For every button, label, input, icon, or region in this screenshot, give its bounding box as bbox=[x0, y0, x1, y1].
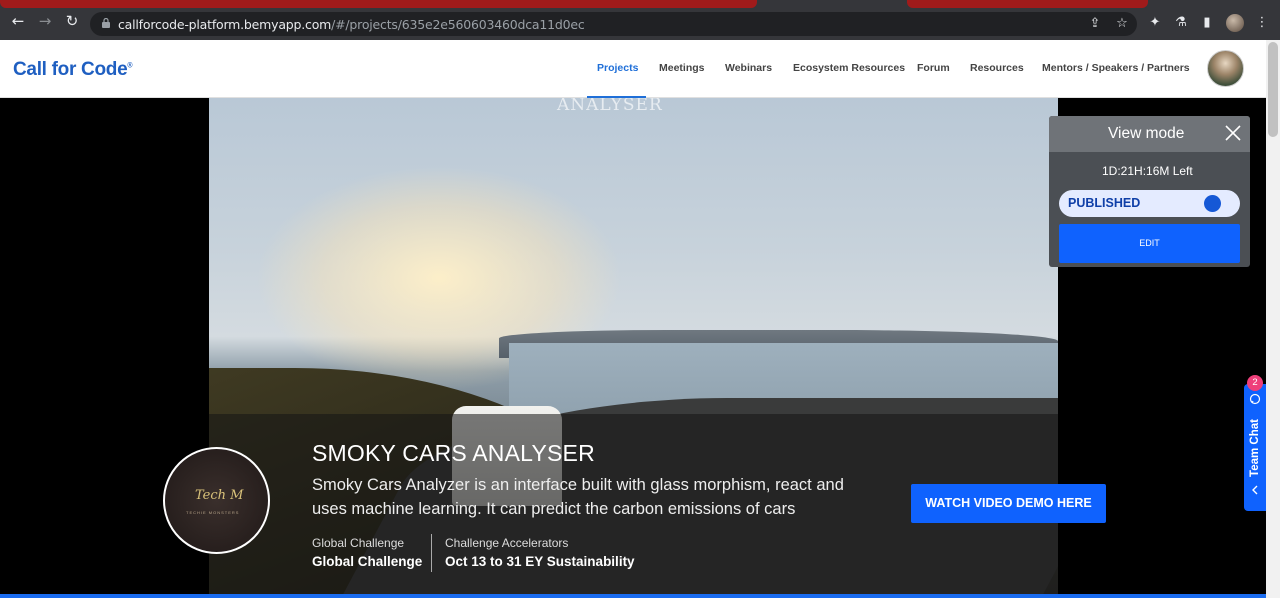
forward-icon[interactable]: → bbox=[37, 13, 53, 29]
close-icon[interactable] bbox=[1224, 124, 1242, 142]
browser-chrome: ← → ↻ callforcode-platform.bemyapp.com/#… bbox=[0, 0, 1280, 40]
meta-challenge-value: Global Challenge bbox=[312, 554, 423, 569]
meta-challenge-label: Global Challenge bbox=[312, 536, 405, 550]
call-for-code-logo[interactable]: Call for Code® bbox=[13, 59, 132, 81]
reload-icon[interactable]: ↻ bbox=[64, 13, 80, 29]
meta-accelerators-value: Oct 13 to 31 EY Sustainability bbox=[445, 554, 635, 569]
browser-tab-strip[interactable] bbox=[0, 0, 757, 8]
published-toggle-label: PUBLISHED bbox=[1068, 196, 1141, 210]
nav-ecosystem-resources[interactable]: Ecosystem Resources bbox=[793, 62, 905, 74]
nav-resources[interactable]: Resources bbox=[970, 62, 1024, 74]
side-panel-icon[interactable]: ▮ bbox=[1199, 15, 1215, 31]
edit-button[interactable]: EDIT bbox=[1059, 224, 1240, 263]
browser-tab-strip-right[interactable] bbox=[907, 0, 1148, 8]
bottom-accent-bar bbox=[0, 594, 1266, 598]
hero-watermark: ANALYSER bbox=[557, 98, 663, 115]
browser-menu-icon[interactable]: ⋮ bbox=[1254, 15, 1270, 31]
meta-divider bbox=[431, 534, 432, 572]
share-icon[interactable]: ⇪ bbox=[1087, 16, 1103, 32]
scrollbar-thumb[interactable] bbox=[1268, 42, 1278, 137]
time-left-text: 1D:21H:16M Left bbox=[1102, 164, 1193, 178]
project-title: SMOKY CARS ANALYSER bbox=[312, 440, 595, 466]
back-icon[interactable]: ← bbox=[10, 13, 26, 29]
project-team-logo-subtext: TECHIE MONSTERS bbox=[186, 510, 240, 515]
team-chat-badge: 2 bbox=[1247, 375, 1263, 391]
chevron-left-icon[interactable] bbox=[1249, 484, 1261, 496]
site-header: Call for Code® Projects Meetings Webinar… bbox=[0, 40, 1266, 98]
chat-bubble-icon bbox=[1249, 393, 1261, 405]
lab-flask-icon[interactable]: ⚗ bbox=[1173, 15, 1189, 31]
url-text[interactable]: callforcode-platform.bemyapp.com/#/proje… bbox=[118, 17, 585, 32]
view-mode-title: View mode bbox=[1108, 125, 1185, 142]
project-description: Smoky Cars Analyzer is an interface buil… bbox=[312, 476, 844, 518]
nav-webinars[interactable]: Webinars bbox=[725, 62, 772, 74]
nav-forum[interactable]: Forum bbox=[917, 62, 950, 74]
nav-projects[interactable]: Projects bbox=[597, 62, 638, 74]
published-toggle-knob[interactable] bbox=[1204, 195, 1221, 212]
watch-video-demo-button[interactable]: WATCH VIDEO DEMO HERE bbox=[911, 484, 1106, 523]
bookmark-star-icon[interactable]: ☆ bbox=[1114, 16, 1130, 32]
nav-meetings[interactable]: Meetings bbox=[659, 62, 705, 74]
browser-profile-avatar[interactable] bbox=[1226, 14, 1244, 32]
team-chat-label: Team Chat bbox=[1249, 419, 1261, 477]
meta-accelerators-label: Challenge Accelerators bbox=[445, 536, 569, 550]
nav-mentors-speakers-partners[interactable]: Mentors / Speakers / Partners bbox=[1042, 62, 1190, 74]
project-team-logo-text: Tech M bbox=[195, 488, 244, 503]
user-avatar[interactable] bbox=[1207, 50, 1244, 87]
team-chat-label-wrap: Team Chat bbox=[1244, 418, 1266, 478]
extensions-icon[interactable]: ✦ bbox=[1147, 15, 1163, 31]
lock-icon bbox=[102, 18, 110, 28]
